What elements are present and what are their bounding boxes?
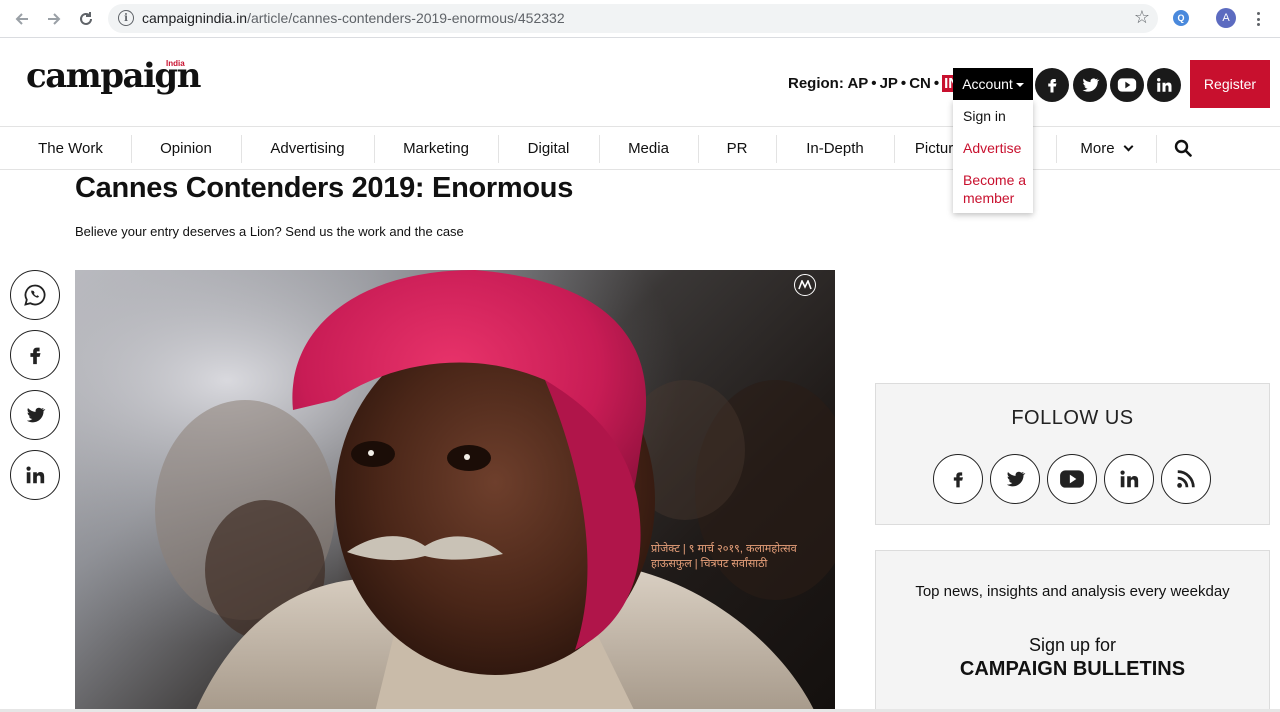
search-icon[interactable] — [1174, 139, 1192, 157]
chevron-down-icon — [1123, 141, 1134, 151]
motorola-logo-icon — [794, 274, 816, 296]
share-linkedin-icon[interactable] — [10, 450, 60, 500]
twitter-icon[interactable] — [1073, 68, 1107, 102]
article-title: Cannes Contenders 2019: Enormous — [75, 172, 574, 204]
nav-more[interactable]: More — [1056, 127, 1156, 169]
newsletter-text: Top news, insights and analysis every we… — [915, 583, 1230, 600]
menu-item-advertise[interactable]: Advertise — [963, 139, 1021, 157]
share-twitter-icon[interactable] — [10, 390, 60, 440]
account-button[interactable]: Account — [953, 68, 1033, 100]
youtube-icon[interactable] — [1110, 68, 1144, 102]
browser-toolbar: i campaignindia.in/article/cannes-conten… — [0, 0, 1280, 38]
hero-caption-line2: हाऊसफुल | चित्रपट सर्वांसाठी — [651, 558, 768, 570]
nav-marketing[interactable]: Marketing — [374, 127, 498, 169]
share-facebook-icon[interactable] — [10, 330, 60, 380]
url-host: campaignindia.in — [142, 10, 248, 26]
menu-item-sign-in[interactable]: Sign in — [963, 107, 1006, 125]
bookmark-star-icon[interactable]: ☆ — [1134, 7, 1150, 28]
menu-item-become-member[interactable]: Become a member — [963, 171, 1027, 207]
url-text: campaignindia.in/article/cannes-contende… — [142, 10, 565, 26]
article-subtitle: Believe your entry deserves a Lion? Send… — [75, 224, 464, 239]
follow-youtube-icon[interactable] — [1047, 454, 1097, 504]
back-icon[interactable] — [10, 7, 34, 31]
url-path: /article/cannes-contenders-2019-enormous… — [247, 10, 565, 26]
hero-illustration — [75, 270, 835, 712]
region-selector: Region: AP • JP • CN • IN — [788, 75, 962, 92]
signup-line1: Sign up for — [1028, 635, 1117, 655]
region-label: Region: — [788, 75, 844, 92]
follow-linkedin-icon[interactable] — [1104, 454, 1154, 504]
region-cn[interactable]: CN — [909, 75, 931, 92]
logo-edition: India — [166, 59, 185, 68]
follow-rss-icon[interactable] — [1161, 454, 1211, 504]
facebook-icon[interactable] — [1035, 68, 1069, 102]
main-nav: The Work Opinion Advertising Marketing D… — [0, 126, 1280, 170]
nav-media[interactable]: Media — [599, 127, 698, 169]
signup-line2: CAMPAIGN BULLETINS — [959, 658, 1186, 680]
newsletter-signup-heading[interactable]: Sign up for CAMPAIGN BULLETINS — [876, 633, 1269, 681]
newsletter-panel: Top news, insights and analysis every we… — [875, 550, 1270, 712]
hero-caption-line1: प्रोजेक्ट | ९ मार्च २०१९, कलामहोत्सव — [651, 543, 797, 555]
nav-the-work[interactable]: The Work — [0, 127, 141, 169]
hero-caption: प्रोजेक्ट | ९ मार्च २०१९, कलामहोत्सव हाऊ… — [651, 542, 797, 572]
address-bar[interactable]: i campaignindia.in/article/cannes-conten… — [108, 4, 1158, 33]
nav-opinion[interactable]: Opinion — [131, 127, 241, 169]
follow-us-title: FOLLOW US — [1011, 407, 1134, 429]
profile-avatar[interactable]: A — [1216, 8, 1236, 28]
share-whatsapp-icon[interactable] — [10, 270, 60, 320]
region-jp[interactable]: JP — [880, 75, 898, 92]
article-hero-image: प्रोजेक्ट | ९ मार्च २०१९, कलामहोत्सव हाऊ… — [75, 270, 835, 712]
browser-menu-icon[interactable] — [1251, 9, 1265, 29]
account-dropdown: Sign in Advertise Become a member — [953, 100, 1033, 213]
follow-facebook-icon[interactable] — [933, 454, 983, 504]
nav-advertising[interactable]: Advertising — [241, 127, 374, 169]
follow-us-panel: FOLLOW US — [875, 383, 1270, 525]
nav-in-depth[interactable]: In-Depth — [776, 127, 894, 169]
register-button[interactable]: Register — [1190, 60, 1270, 108]
region-ap[interactable]: AP — [847, 75, 868, 92]
nav-digital[interactable]: Digital — [498, 127, 599, 169]
caret-down-icon — [1015, 83, 1024, 87]
extension-icon[interactable]: Q — [1173, 10, 1189, 26]
forward-icon[interactable] — [42, 7, 66, 31]
nav-pr[interactable]: PR — [698, 127, 776, 169]
reload-icon[interactable] — [74, 7, 98, 31]
info-icon[interactable]: i — [118, 10, 134, 26]
follow-twitter-icon[interactable] — [990, 454, 1040, 504]
account-label: Account — [962, 76, 1013, 92]
nav-more-label: More — [1080, 139, 1115, 157]
linkedin-icon[interactable] — [1147, 68, 1181, 102]
